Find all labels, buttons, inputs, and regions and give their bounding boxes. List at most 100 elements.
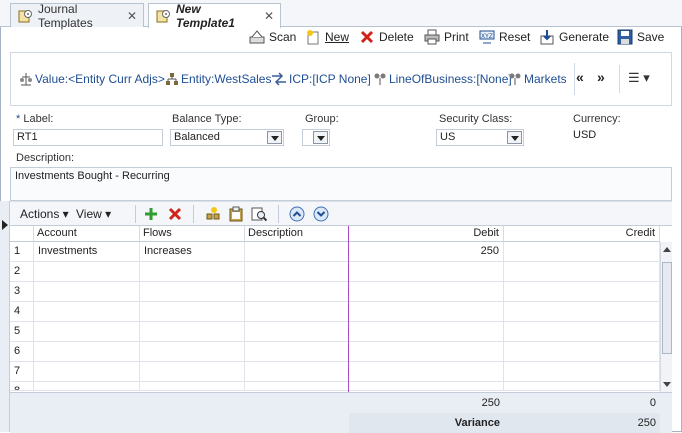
cell-debit[interactable] [349,282,504,302]
dropdown-arrow-icon[interactable] [267,131,282,144]
column-header-credit[interactable]: Credit [504,226,660,242]
cell-account[interactable] [34,342,140,362]
cell-flows[interactable] [140,382,245,391]
generate-label: Generate [559,30,610,44]
cell-credit[interactable] [504,362,660,382]
cell-credit[interactable] [504,382,660,391]
close-icon[interactable]: ✕ [264,9,274,23]
cell-description[interactable] [245,262,349,282]
cell-description[interactable] [245,362,349,382]
cell-flows[interactable]: Increases [140,242,245,262]
cell-account[interactable] [34,282,140,302]
cell-credit[interactable] [504,262,660,282]
grid-action-button-2[interactable] [227,205,245,223]
pov-next-button[interactable]: » [597,69,605,85]
pov-item-lineofbusiness[interactable]: LineOfBusiness:[None] [373,72,512,86]
grid-action-button-1[interactable] [204,205,222,223]
table-row[interactable]: 7 [10,362,660,382]
cell-account[interactable] [34,382,140,391]
cell-account[interactable] [34,302,140,322]
grid-action-button-3[interactable] [250,205,268,223]
column-header-debit[interactable]: Debit [349,226,504,242]
move-up-button[interactable] [288,205,306,223]
cell-credit[interactable] [504,282,660,302]
table-row[interactable]: 1 Investments Increases 250 [10,242,660,262]
cell-flows[interactable] [140,362,245,382]
print-button[interactable]: Print [424,27,469,47]
delete-button[interactable]: Delete [359,27,414,47]
delete-x-icon [168,207,182,221]
dropdown-arrow-icon[interactable] [313,131,328,144]
pov-item-label: Markets [524,72,566,86]
pov-previous-button[interactable]: « [576,69,584,85]
pov-item-icp[interactable]: ICP:[ICP None] [271,72,371,86]
cell-debit[interactable]: 250 [349,242,504,262]
pov-menu-button[interactable]: ☰ ▾ [628,70,650,86]
column-header-account[interactable]: Account [34,226,140,242]
cell-debit[interactable] [349,342,504,362]
column-header-flows[interactable]: Flows [140,226,245,242]
cell-account[interactable] [34,322,140,342]
view-menu[interactable]: View ▾ [76,207,111,221]
cell-credit[interactable] [504,322,660,342]
cell-description[interactable] [245,382,349,391]
cell-debit[interactable] [349,322,504,342]
table-row[interactable]: 2 [10,262,660,282]
label-input[interactable]: RT1 [13,129,163,146]
pov-item-value[interactable]: Value:<Entity Curr Adjs> [19,72,165,86]
description-textarea[interactable]: Investments Bought - Recurring [10,167,672,201]
cell-flows[interactable] [140,282,245,302]
scan-button[interactable]: Scan [249,27,296,47]
cell-credit[interactable] [504,302,660,322]
balance-type-select[interactable]: Balanced [170,129,284,146]
cell-flows[interactable] [140,262,245,282]
table-row[interactable]: 4 [10,302,660,322]
cell-debit[interactable] [349,362,504,382]
cell-account[interactable]: Investments [34,242,140,262]
tab-new-template1[interactable]: New Template1 ✕ [148,2,281,30]
cell-debit[interactable] [349,262,504,282]
vertical-scrollbar[interactable] [660,242,672,392]
cell-description[interactable] [245,282,349,302]
scroll-thumb[interactable] [662,262,672,354]
cell-credit[interactable] [504,342,660,362]
group-select[interactable] [302,129,330,146]
pov-item-markets[interactable]: Markets [508,72,566,86]
cell-debit[interactable] [349,382,504,391]
move-down-button[interactable] [312,205,330,223]
hierarchy-star-icon [206,207,220,220]
cell-account[interactable] [34,262,140,282]
cell-description[interactable] [245,302,349,322]
cell-flows[interactable] [140,342,245,362]
actions-menu[interactable]: Actions ▾ [20,207,69,221]
table-row[interactable]: 5 [10,322,660,342]
column-header-description[interactable]: Description [245,226,349,242]
cell-credit[interactable] [504,242,660,262]
table-row[interactable]: 8 [10,382,660,391]
security-class-caption: Security Class: [439,113,513,125]
expand-arrow-icon[interactable] [2,220,8,230]
cell-description[interactable] [245,322,349,342]
security-class-select[interactable]: US [436,129,524,146]
table-row[interactable]: 6 [10,342,660,362]
scroll-down-icon[interactable] [663,382,671,387]
close-icon[interactable]: ✕ [127,9,137,23]
save-button[interactable]: Save [617,27,664,47]
cell-description[interactable] [245,242,349,262]
cell-flows[interactable] [140,322,245,342]
dropdown-arrow-icon[interactable] [507,131,522,144]
add-row-button[interactable] [142,205,160,223]
tab-journal-templates[interactable]: Journal Templates ✕ [10,2,144,30]
cell-debit[interactable] [349,302,504,322]
generate-button[interactable]: Generate [539,27,609,47]
table-row[interactable]: 3 [10,282,660,302]
cell-flows[interactable] [140,302,245,322]
scroll-up-icon[interactable] [663,247,671,252]
pov-item-entity[interactable]: Entity:WestSales [165,72,271,86]
reset-button[interactable]: XYZ Reset [479,27,530,47]
new-button[interactable]: New [305,27,349,47]
delete-row-button[interactable] [166,205,184,223]
cell-description[interactable] [245,342,349,362]
cell-account[interactable] [34,362,140,382]
left-splitter[interactable] [0,201,10,432]
